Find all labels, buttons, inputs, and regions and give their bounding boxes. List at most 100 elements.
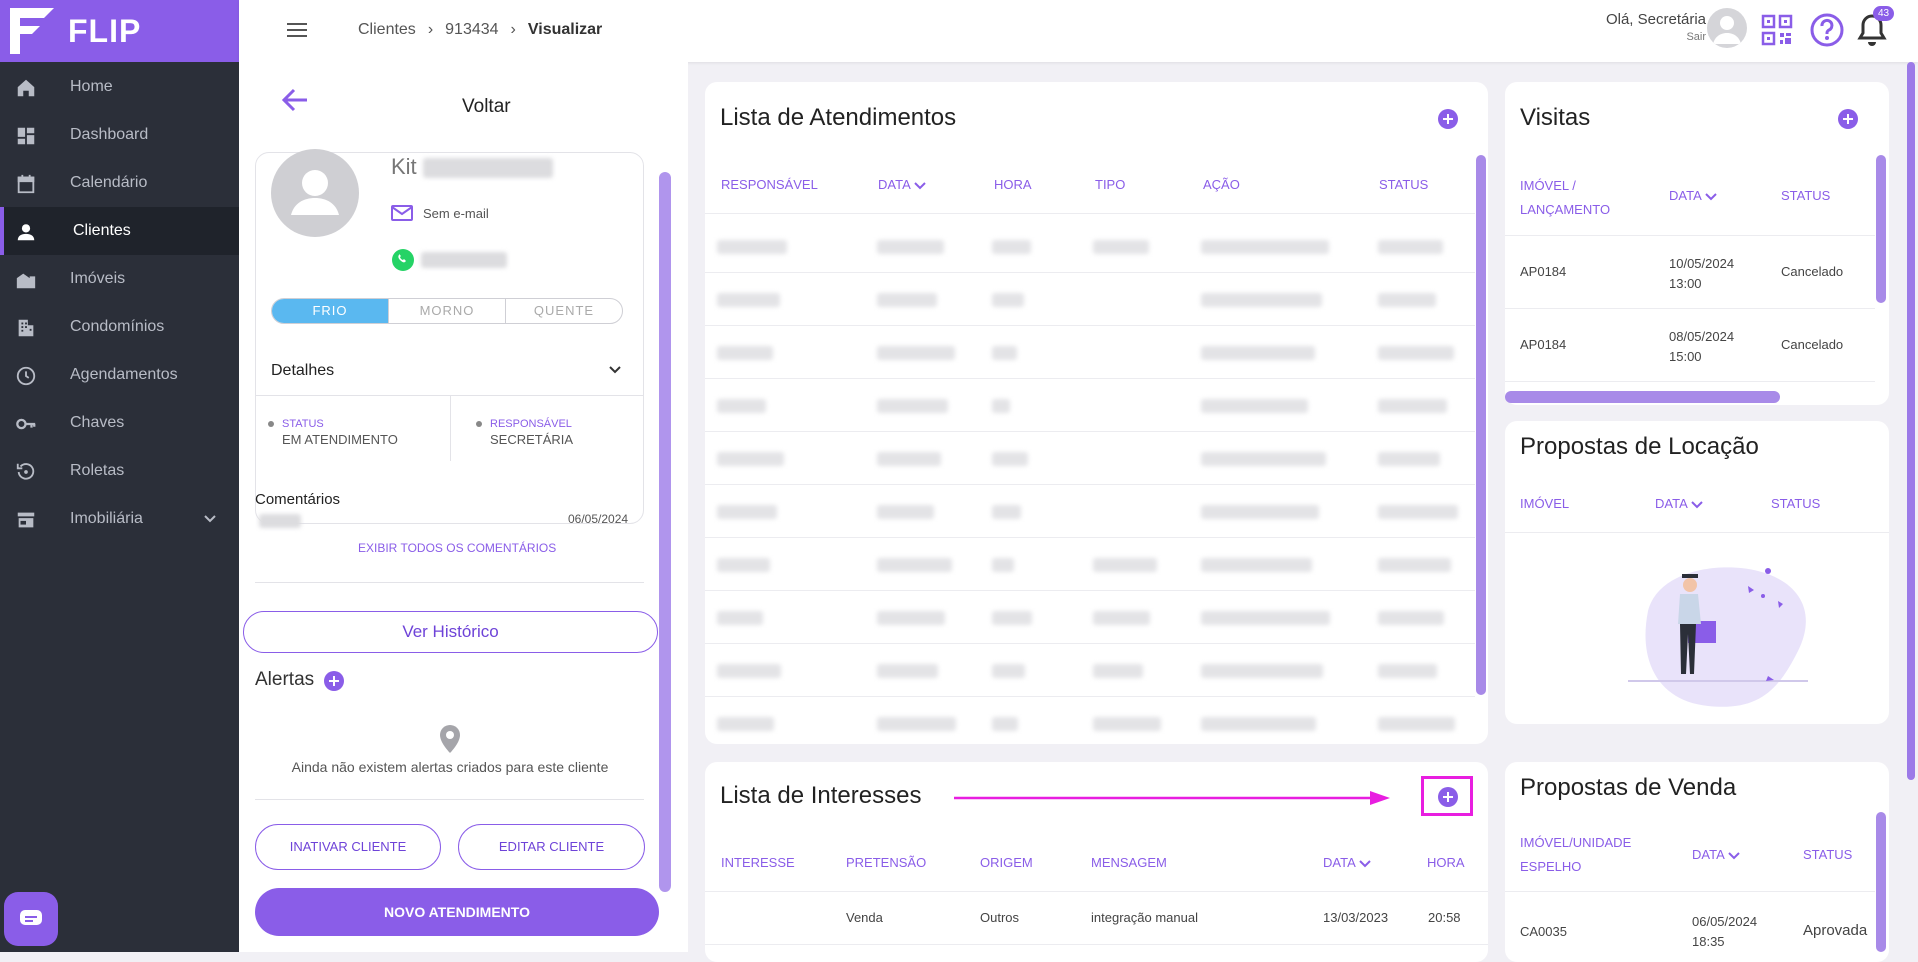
column-header-data[interactable]: DATA xyxy=(1669,188,1717,203)
sidebar-item-condominios[interactable]: Condomínios xyxy=(0,303,239,351)
redacted-cell xyxy=(717,399,766,413)
breadcrumb-client-id[interactable]: 913434 xyxy=(445,21,498,39)
new-attendance-button[interactable]: NOVO ATENDIMENTO xyxy=(255,888,659,936)
interest-cell-pretensao: Venda xyxy=(846,910,883,925)
sale-cell-imovel: CA0035 xyxy=(1520,924,1567,939)
column-header-imovel-unidade[interactable]: IMÓVEL/UNIDADE ESPELHO xyxy=(1520,831,1631,879)
visits-vertical-scrollbar[interactable] xyxy=(1876,155,1886,303)
history-button[interactable]: Ver Histórico xyxy=(243,611,658,653)
add-interest-icon[interactable] xyxy=(1437,786,1459,808)
panel-scrollbar[interactable] xyxy=(659,172,671,892)
dashboard-icon xyxy=(17,127,35,145)
row-divider xyxy=(705,537,1475,538)
menu-icon[interactable] xyxy=(287,22,307,38)
column-header-status[interactable]: STATUS xyxy=(1379,177,1428,192)
redacted-cell xyxy=(992,293,1024,307)
column-header-origem[interactable]: ORIGEM xyxy=(980,855,1033,870)
interest-cell-data: 13/03/2023 xyxy=(1323,910,1389,925)
column-label-line: IMÓVEL/UNIDADE xyxy=(1520,835,1632,850)
column-header-data[interactable]: DATA xyxy=(878,177,926,192)
column-header-imovel[interactable]: IMÓVEL xyxy=(1520,496,1569,511)
sidebar-item-roletas[interactable]: Roletas xyxy=(0,447,239,495)
column-header-interesse[interactable]: INTERESSE xyxy=(721,855,795,870)
add-alert-icon[interactable] xyxy=(323,670,345,692)
client-email: Sem e-mail xyxy=(423,205,489,221)
back-label[interactable]: Voltar xyxy=(462,96,511,118)
deactivate-client-button[interactable]: INATIVAR CLIENTE xyxy=(255,824,441,870)
edit-client-button[interactable]: EDITAR CLIENTE xyxy=(458,824,645,870)
chat-button[interactable] xyxy=(4,892,58,946)
column-header-mensagem[interactable]: MENSAGEM xyxy=(1091,855,1167,870)
redacted-cell xyxy=(877,240,944,254)
sidebar-item-label: Roletas xyxy=(70,462,125,479)
brand-header[interactable]: FLIP xyxy=(0,0,239,62)
visit-date: 08/05/2024 xyxy=(1669,329,1735,344)
sidebar-item-dashboard[interactable]: Dashboard xyxy=(0,111,239,159)
breadcrumb-current: Visualizar xyxy=(527,21,603,38)
column-header-hora[interactable]: HORA xyxy=(1427,855,1465,870)
visit-cell-imovel: AP0184 xyxy=(1520,337,1567,352)
help-icon[interactable] xyxy=(1809,12,1845,48)
avatar[interactable] xyxy=(1707,8,1747,48)
column-header-imovel[interactable]: IMÓVEL / LANÇAMENTO xyxy=(1520,174,1610,222)
add-attendance-icon[interactable] xyxy=(1437,108,1459,130)
sidebar-item-label: Imóveis xyxy=(70,270,126,287)
column-header-pretensao[interactable]: PRETENSÃO xyxy=(846,855,926,870)
rental-proposals-title: Propostas de Locação xyxy=(1520,433,1759,460)
redacted-cell xyxy=(877,293,937,307)
temperature-cold[interactable]: FRIO xyxy=(272,299,389,323)
notifications-button[interactable]: 43 xyxy=(1856,6,1895,48)
interest-cell-hora: 20:58 xyxy=(1428,910,1461,925)
whatsapp-row[interactable] xyxy=(391,248,507,272)
visits-horizontal-scrollbar[interactable] xyxy=(1505,391,1780,403)
column-header-acao[interactable]: AÇÃO xyxy=(1203,177,1240,192)
sidebar-item-clientes[interactable]: Clientes xyxy=(0,207,239,255)
column-header-status[interactable]: STATUS xyxy=(1803,847,1852,862)
redacted-cell xyxy=(1201,664,1323,678)
visit-time: 15:00 xyxy=(1669,349,1702,364)
interests-list-title: Lista de Interesses xyxy=(720,782,922,809)
redacted-cell xyxy=(877,717,956,731)
sidebar: FLIP Home Dashboard Calendário Clientes … xyxy=(0,0,239,952)
details-title[interactable]: Detalhes xyxy=(271,362,334,380)
column-header-data[interactable]: DATA xyxy=(1655,496,1703,511)
show-all-comments-link[interactable]: EXIBIR TODOS OS COMENTÁRIOS xyxy=(358,541,556,555)
add-visit-icon[interactable] xyxy=(1837,108,1859,130)
sidebar-item-chaves[interactable]: Chaves xyxy=(0,399,239,447)
breadcrumb-clientes[interactable]: Clientes xyxy=(358,21,416,39)
attendance-scrollbar[interactable] xyxy=(1476,155,1486,695)
user-icon xyxy=(17,224,35,241)
store-icon xyxy=(17,512,35,528)
client-name: Kit xyxy=(391,154,553,180)
back-arrow-icon[interactable] xyxy=(279,84,311,116)
user-greeting: Olá, Secretária Sair xyxy=(1606,11,1706,43)
sidebar-item-imoveis[interactable]: Imóveis xyxy=(0,255,239,303)
header-divider xyxy=(1505,532,1889,533)
column-header-data[interactable]: DATA xyxy=(1323,855,1371,870)
column-header-status[interactable]: STATUS xyxy=(1771,496,1820,511)
redacted-cell xyxy=(1378,399,1447,413)
column-header-data[interactable]: DATA xyxy=(1692,847,1740,862)
column-header-responsavel[interactable]: RESPONSÁVEL xyxy=(721,177,818,192)
sidebar-item-imobiliaria[interactable]: Imobiliária xyxy=(0,495,239,543)
logout-link[interactable]: Sair xyxy=(1606,31,1706,43)
empty-state-illustration-icon xyxy=(1628,567,1808,707)
redacted-name xyxy=(422,158,553,179)
temperature-selector: FRIO MORNO QUENTE xyxy=(271,298,623,324)
header-divider xyxy=(705,213,1475,214)
sidebar-item-agendamentos[interactable]: Agendamentos xyxy=(0,351,239,399)
page-scrollbar[interactable] xyxy=(1907,62,1915,780)
condo-icon xyxy=(18,319,34,337)
redacted-cell xyxy=(877,558,952,572)
sidebar-item-calendario[interactable]: Calendário xyxy=(0,159,239,207)
redacted-cell xyxy=(717,240,787,254)
sidebar-item-home[interactable]: Home xyxy=(0,63,239,111)
column-header-tipo[interactable]: TIPO xyxy=(1095,177,1125,192)
column-header-status[interactable]: STATUS xyxy=(1781,188,1830,203)
column-header-hora[interactable]: HORA xyxy=(994,177,1032,192)
qr-code-icon[interactable] xyxy=(1761,14,1793,46)
temperature-warm[interactable]: MORNO xyxy=(389,299,506,323)
chevron-down-icon[interactable] xyxy=(608,363,622,377)
temperature-hot[interactable]: QUENTE xyxy=(506,299,622,323)
sale-scrollbar[interactable] xyxy=(1876,812,1886,952)
